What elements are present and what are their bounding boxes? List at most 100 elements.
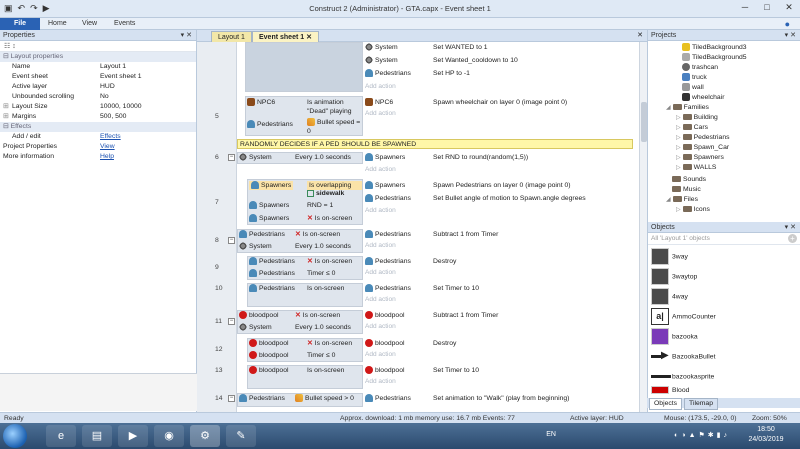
folder-icon [682, 144, 692, 151]
tree-item[interactable]: TiledBackground5 [682, 53, 747, 62]
event-scrollbar[interactable] [639, 42, 647, 412]
add-action-link[interactable]: Add action [365, 269, 396, 276]
minimize-button[interactable]: ─ [734, 0, 756, 16]
tree-folder[interactable]: ▷ Building [676, 113, 718, 123]
tray-icons[interactable]: ◐◑▲⚑✱▮♪ [674, 431, 730, 439]
action-row[interactable]: System [365, 43, 398, 52]
gear-icon [239, 323, 247, 332]
property-row[interactable]: Event sheet Event sheet 1 [0, 72, 196, 82]
object-thumb [651, 328, 669, 345]
add-action-link[interactable]: Add action [365, 83, 396, 90]
property-row[interactable]: ⊞ Margins 500, 500 [0, 112, 196, 122]
help-icon[interactable]: ● [779, 18, 796, 30]
folder-icon [682, 164, 692, 171]
add-action-link[interactable]: Add action [365, 166, 396, 173]
objects-filter[interactable]: All 'Layout 1' objects + [648, 233, 800, 245]
add-action-link[interactable]: Add action [365, 207, 396, 214]
folder-icon [672, 176, 681, 183]
close-icon[interactable]: ✕ [637, 31, 643, 39]
tree-item[interactable]: truck [682, 73, 707, 82]
clock-time[interactable]: 18:50 [742, 426, 790, 433]
property-row[interactable]: Name Layout 1 [0, 62, 196, 72]
expand-icon: ⊞ [3, 113, 9, 120]
explorer-icon[interactable]: ▤ [82, 425, 112, 447]
gear-icon [239, 242, 247, 251]
tab-tilemap[interactable]: Tilemap [684, 398, 718, 410]
tree-folder[interactable]: ◢ Families [666, 103, 709, 113]
clock-date[interactable]: 24/03/2019 [742, 436, 790, 443]
tree-item[interactable]: trashcan [682, 63, 718, 72]
tab-home[interactable]: Home [42, 18, 73, 30]
tree-folder[interactable]: Sounds [672, 175, 706, 184]
tree-folder[interactable]: Music [672, 185, 701, 194]
add-action-link[interactable]: Add action [365, 110, 396, 117]
action-row[interactable]: Pedestrians [365, 69, 411, 78]
object-item[interactable]: ▬▶ BazookaBullet [651, 348, 715, 366]
property-row[interactable]: ⊞ Layout Size 10000, 10000 [0, 102, 196, 112]
add-action-link[interactable]: Add action [365, 242, 396, 249]
property-row[interactable]: More information Help [0, 152, 196, 162]
gear-icon [365, 56, 373, 65]
property-row[interactable]: Unbounded scrolling No [0, 92, 196, 102]
comment-row[interactable]: RANDOMLY DECIDES IF A PED SHOULD BE SPAW… [237, 139, 633, 149]
paint-icon[interactable]: ✎ [226, 425, 256, 447]
tree-item[interactable]: wall [682, 83, 704, 92]
tab-file[interactable]: File [0, 18, 40, 30]
tab-layout[interactable]: Layout 1 [211, 31, 252, 42]
invert-icon: ✕ [307, 340, 313, 347]
add-action-link[interactable]: Add action [365, 378, 396, 385]
pedestrian-icon [239, 394, 247, 403]
pedestrian-icon [365, 194, 373, 203]
tree-folder[interactable]: ▷ Icons [676, 205, 710, 215]
properties-category[interactable]: ⊟ Layout properties [0, 52, 196, 62]
tree-folder[interactable]: ▷ Spawn_Car [676, 143, 729, 153]
object-item[interactable]: a| AmmoCounter [651, 308, 716, 326]
object-item[interactable]: 4way [651, 288, 688, 306]
tab-view[interactable]: View [76, 18, 103, 30]
add-action-link[interactable]: Add action [365, 323, 396, 330]
pedestrian-icon [247, 120, 255, 129]
object-item[interactable]: 3waytop [651, 268, 697, 286]
add-action-link[interactable]: Add action [365, 351, 396, 358]
tree-folder[interactable]: ▷ Spawners [676, 153, 724, 163]
tree-folder[interactable]: ▷ Cars [676, 123, 708, 133]
close-button[interactable]: ✕ [778, 0, 800, 16]
construct-icon[interactable]: ⚙ [190, 425, 220, 447]
add-action-link[interactable]: Add action [365, 296, 396, 303]
spawner-icon [365, 181, 373, 190]
tree-folder[interactable]: ▷ Pedestrians [676, 133, 730, 143]
object-item[interactable]: ▬▬bazookasprite [651, 368, 714, 386]
tree-item[interactable]: wheelchair [682, 93, 725, 102]
tab-objects[interactable]: Objects [649, 398, 683, 410]
invert-icon: ✕ [307, 215, 313, 222]
tree-folder[interactable]: ▷ WALLS [676, 163, 716, 173]
properties-category[interactable]: ⊟ Effects [0, 122, 196, 132]
properties-toolbar[interactable]: ☷ ↕ [0, 41, 196, 52]
objects-tabs: Objects Tilemap [647, 398, 800, 410]
property-row[interactable]: Add / edit Effects [0, 132, 196, 142]
tree-item[interactable]: TiledBackground3 [682, 43, 747, 52]
collapse-icon: − [228, 395, 235, 402]
media-icon[interactable]: ▶ [118, 425, 148, 447]
tree-folder[interactable]: ◢ Files [666, 195, 698, 205]
chrome-icon[interactable]: ◉ [154, 425, 184, 447]
property-row[interactable]: Active layer HUD [0, 82, 196, 92]
folder-icon [682, 134, 692, 141]
help-link[interactable]: Help [100, 152, 114, 162]
property-row[interactable]: Project Properties View [0, 142, 196, 152]
effects-link[interactable]: Effects [100, 132, 121, 142]
object-item[interactable]: bazooka [651, 328, 698, 346]
pedestrian-icon [239, 230, 247, 239]
language-indicator[interactable]: EN [546, 431, 556, 438]
action-row[interactable]: System [365, 56, 398, 65]
tab-event-sheet[interactable]: Event sheet 1 ✕ [252, 31, 319, 42]
object-item[interactable]: 3way [651, 248, 688, 266]
view-link[interactable]: View [100, 142, 115, 152]
start-button[interactable] [3, 424, 27, 448]
object-item[interactable]: Blood [651, 386, 689, 396]
blood-icon [365, 311, 373, 320]
ie-icon[interactable]: e [46, 425, 76, 447]
maximize-button[interactable]: □ [756, 0, 778, 16]
gear-icon [365, 43, 373, 52]
tab-events[interactable]: Events [108, 18, 141, 30]
